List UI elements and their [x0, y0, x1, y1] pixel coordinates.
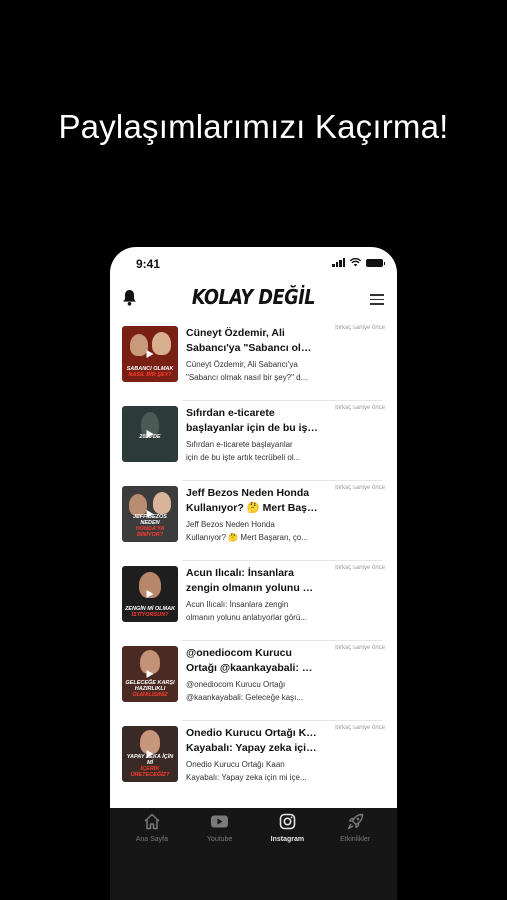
post-description: Onedio Kurucu Ortağı Kaan Kayabalı: Yapay…: [186, 760, 307, 782]
post-time: birkaç saniye önce: [335, 325, 385, 331]
tab-home[interactable]: Ana Sayfa: [122, 808, 182, 900]
tab-events[interactable]: Etkinlikler: [325, 808, 385, 900]
post-time: birkaç saniye önce: [335, 725, 385, 731]
tab-instagram[interactable]: Instagram: [257, 808, 317, 900]
thumbnail-caption: 2020'DE: [139, 433, 161, 440]
youtube-icon: [211, 815, 229, 828]
rocket-icon: [347, 813, 363, 830]
post-thumbnail: YAPAY ZEKA İÇİN Mİ İÇERİK ÜRETECEĞİZ?: [122, 726, 178, 782]
app-header: KOLAY DEĞİL: [110, 281, 397, 321]
feed-item[interactable]: ZENGİN Mİ OLMAK İSTİYORSUN? Acun Ilıcalı:…: [110, 561, 397, 641]
feed-item[interactable]: YAPAY ZEKA İÇİN Mİ İÇERİK ÜRETECEĞİZ? One…: [110, 721, 397, 801]
headline: Paylaşımlarımızı Kaçırma!: [58, 108, 449, 145]
status-bar: 9:41: [110, 247, 397, 281]
tab-youtube[interactable]: Youtube: [190, 808, 250, 900]
thumbnail-caption: ZENGİN Mİ OLMAK İSTİYORSUN?: [124, 605, 176, 618]
post-description: @onediocom Kurucu Ortağı @kaankayabali: G…: [186, 680, 304, 702]
post-thumbnail: JEFF BEZOS NEDEN HONDA'YA BİNİYOR?: [122, 486, 178, 542]
feed-item[interactable]: 2020'DE Sıfırdan e-ticarete başlayanlar i…: [110, 401, 397, 481]
post-description: Cüneyt Özdemir, Ali Sabancı'ya "Sabancı o…: [186, 360, 308, 382]
post-thumbnail: ZENGİN Mİ OLMAK İSTİYORSUN?: [122, 566, 178, 622]
thumbnail-caption: JEFF BEZOS NEDEN HONDA'YA BİNİYOR?: [133, 513, 167, 538]
feed-item[interactable]: GELECEĞE KARŞI HAZIRLIKLI OLMALISINIZ @on…: [110, 641, 397, 721]
thumbnail-caption: YAPAY ZEKA İÇİN Mİ İÇERİK ÜRETECEĞİZ?: [126, 753, 174, 778]
hamburger-menu-icon[interactable]: [370, 294, 384, 305]
post-thumbnail: GELECEĞE KARŞI HAZIRLIKLI OLMALISINIZ: [122, 646, 178, 702]
tab-label: Etkinlikler: [340, 836, 371, 843]
signal-icon: [332, 258, 345, 267]
tab-label: Instagram: [270, 836, 305, 843]
bottom-tab-bar: Ana Sayfa Youtube Instagram Etkinlikler: [110, 808, 397, 900]
play-icon: [146, 350, 154, 358]
status-icons: [332, 258, 385, 267]
post-feed: SABANCI OLMAK NASIL BİR ŞEY? Cüneyt Özdem…: [110, 321, 397, 801]
tab-label: Youtube: [206, 836, 233, 843]
play-icon: [146, 670, 154, 678]
phone-screen: 9:41 KOLAY DEĞİL SABANCI OLMAK NASIL BİR…: [110, 247, 397, 900]
post-time: birkaç saniye önce: [335, 485, 385, 491]
feed-item[interactable]: JEFF BEZOS NEDEN HONDA'YA BİNİYOR? Jeff B…: [110, 481, 397, 561]
post-title: Acun Ilıcalı: İnsanlara zengin olmanın yo…: [186, 567, 319, 594]
instagram-icon: [279, 813, 296, 830]
post-description: Acun Ilıcalı: İnsanlara zengin olmanın yo…: [186, 600, 307, 622]
home-icon: [144, 813, 160, 830]
post-title: Cüneyt Özdemir, Ali Sabancı'ya "Sabancı o…: [186, 327, 319, 354]
post-time: birkaç saniye önce: [335, 565, 385, 571]
wifi-icon: [350, 258, 361, 267]
post-thumbnail: 2020'DE: [122, 406, 178, 462]
status-time: 9:41: [136, 257, 161, 271]
thumbnail-caption: SABANCI OLMAK NASIL BİR ŞEY?: [126, 365, 174, 378]
post-thumbnail: SABANCI OLMAK NASIL BİR ŞEY?: [122, 326, 178, 382]
post-description: Sıfırdan e-ticarete başlayanlar için de b…: [186, 440, 301, 462]
battery-icon: [366, 259, 385, 267]
post-title: Sıfırdan e-ticarete başlayanlar için de b…: [186, 407, 319, 434]
post-time: birkaç saniye önce: [335, 405, 385, 411]
post-description: Jeff Bezos Neden Honda Kullanıyor? 🤔 Mert…: [186, 520, 309, 542]
feed-item[interactable]: SABANCI OLMAK NASIL BİR ŞEY? Cüneyt Özdem…: [110, 321, 397, 401]
app-logo: KOLAY DEĞİL: [191, 285, 316, 309]
post-title: @onediocom Kurucu Ortağı @kaankayabali: G…: [186, 647, 319, 674]
post-title: Jeff Bezos Neden Honda Kullanıyor? 🤔 Mert…: [186, 487, 319, 514]
post-title: Onedio Kurucu Ortağı Kaan Kayabalı: Yapay…: [186, 727, 319, 754]
play-icon: [146, 590, 154, 598]
tab-label: Ana Sayfa: [135, 836, 169, 843]
thumbnail-caption: GELECEĞE KARŞI HAZIRLIKLI OLMALISINIZ: [125, 679, 175, 698]
post-time: birkaç saniye önce: [335, 645, 385, 651]
